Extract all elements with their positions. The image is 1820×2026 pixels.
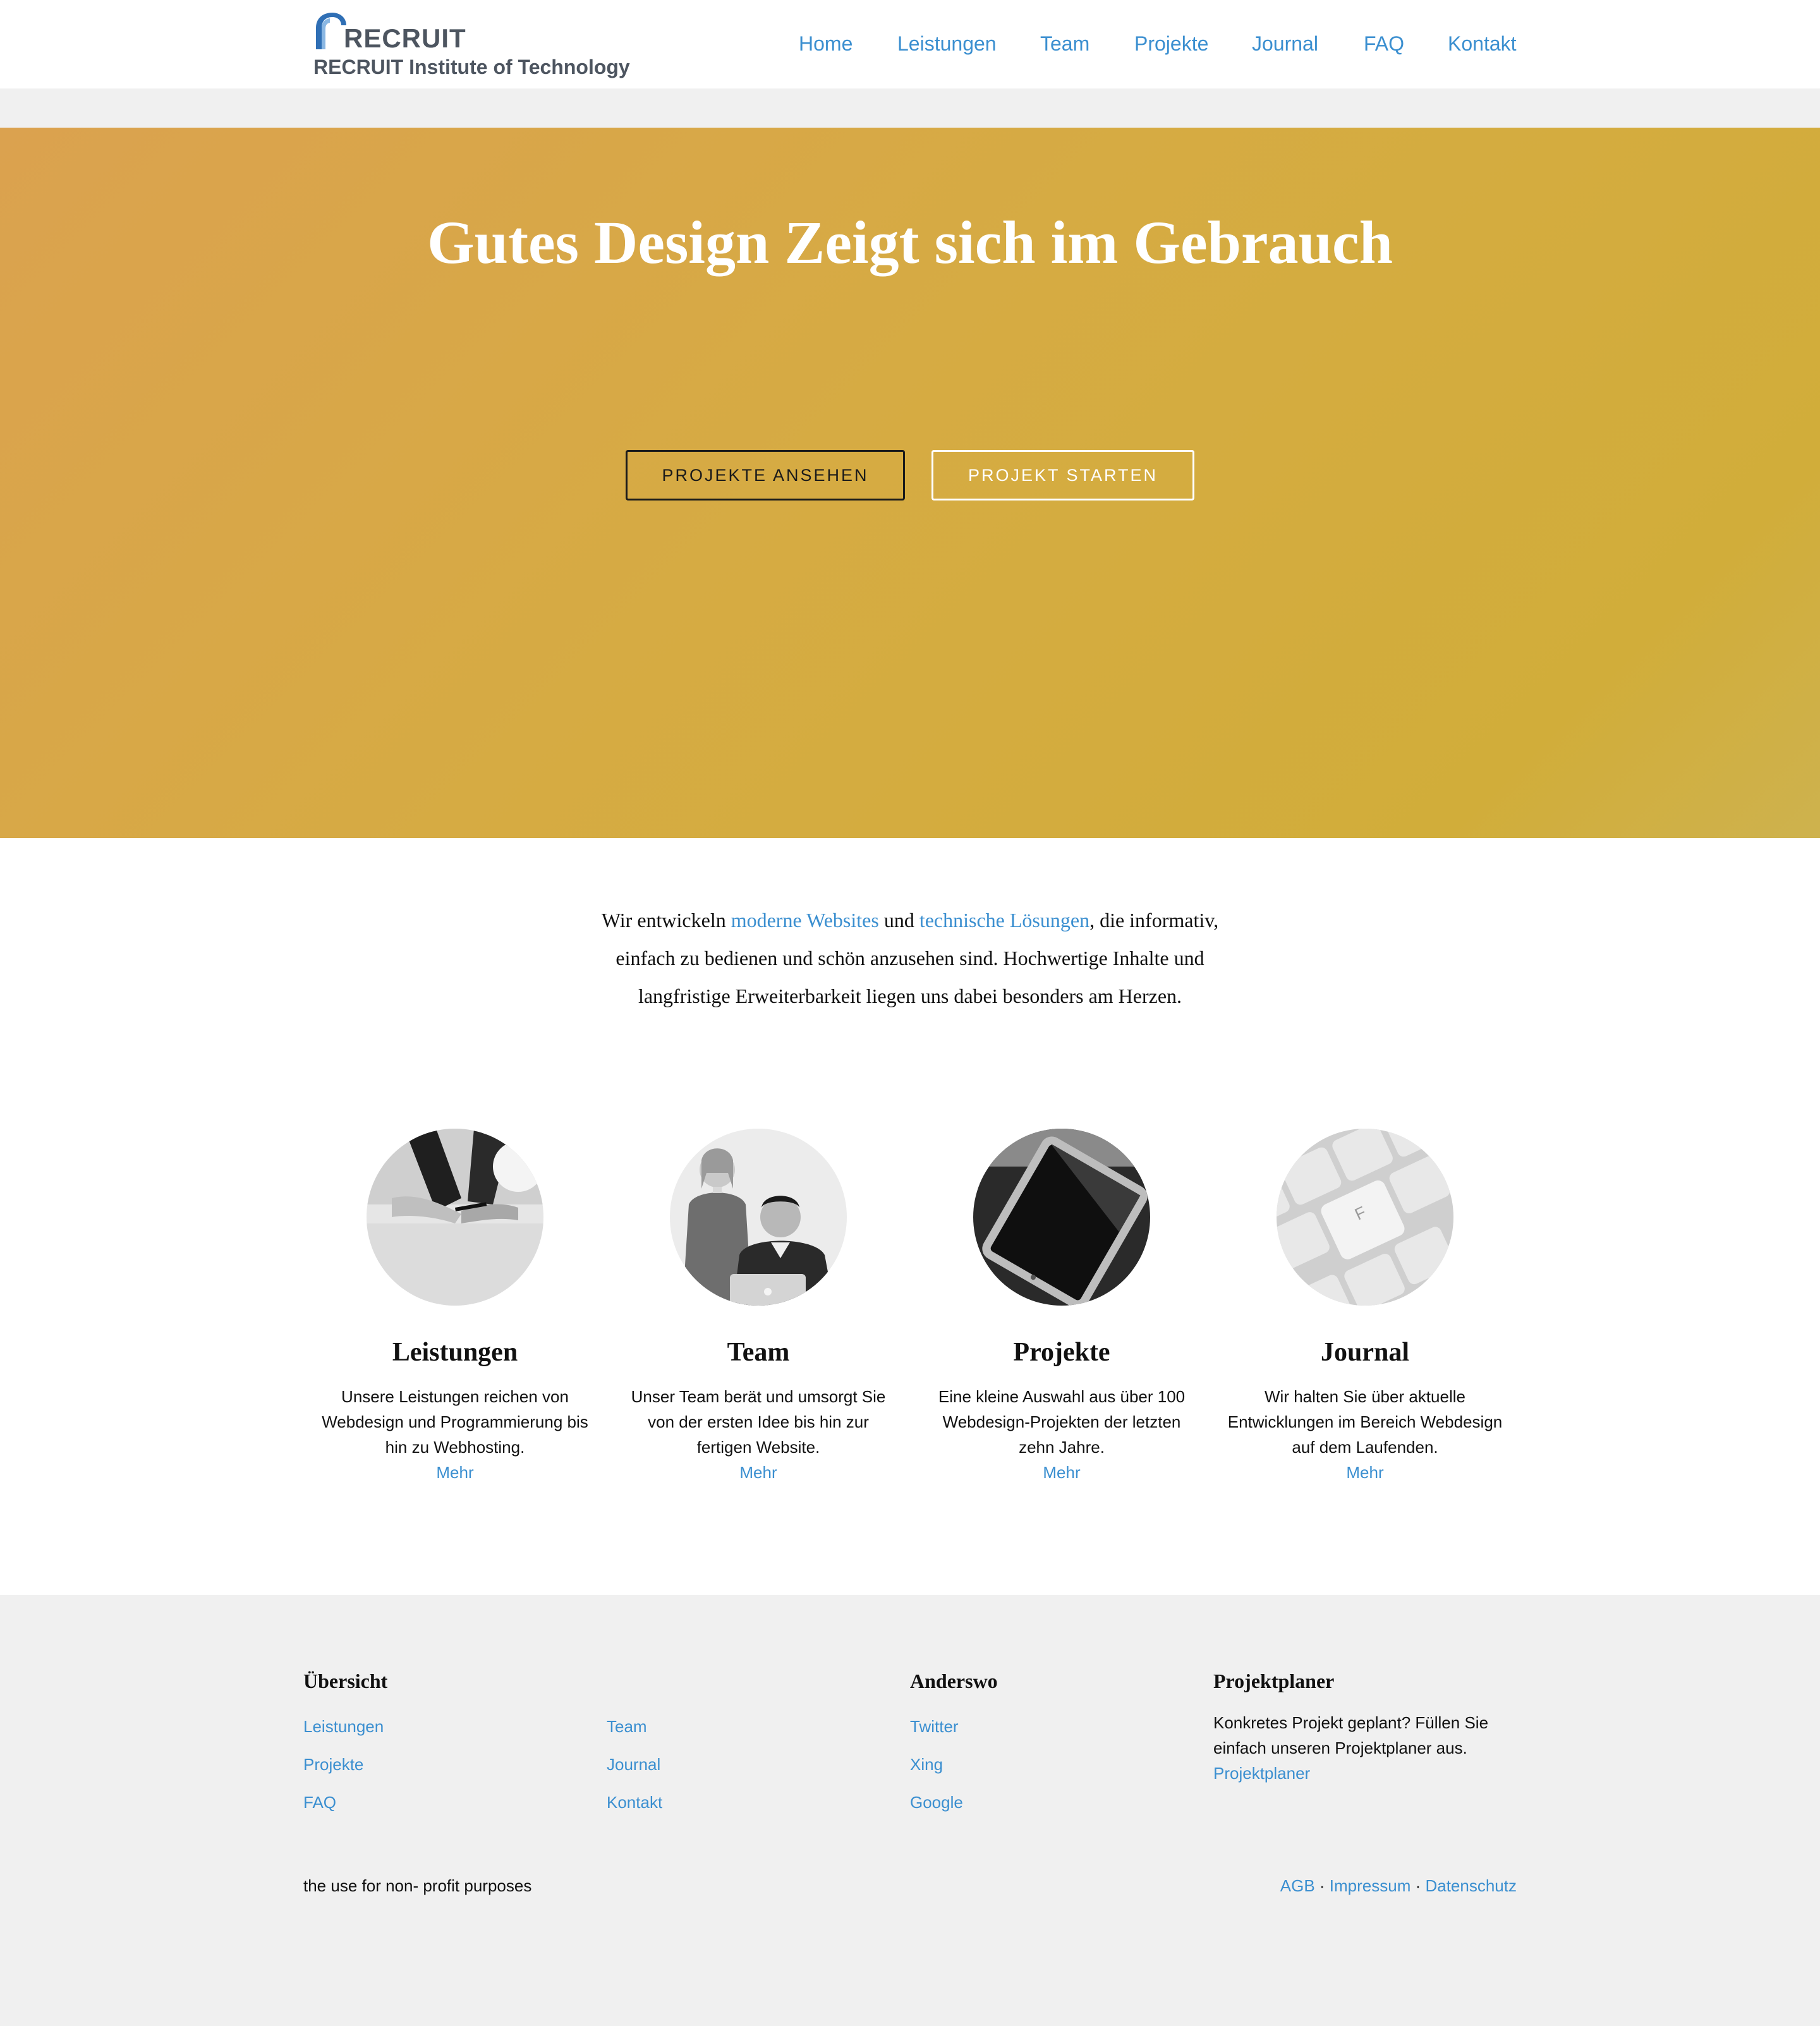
footer-link-kontakt[interactable]: Kontakt xyxy=(607,1791,662,1814)
main-content: Wir entwickeln moderne Websites und tech… xyxy=(0,838,1820,1595)
feature-more-link[interactable]: Mehr xyxy=(1226,1460,1504,1485)
footer-planner-heading: Projektplaner xyxy=(1213,1670,1335,1692)
logo-arc-icon xyxy=(316,13,346,49)
feature-title: Leistungen xyxy=(392,1338,518,1367)
legal-separator: · xyxy=(1314,1876,1330,1895)
logo-subtitle: RECRUIT Institute of Technology xyxy=(313,56,630,78)
start-project-button[interactable]: PROJEKT STARTEN xyxy=(931,450,1194,500)
footer-link-leistungen[interactable]: Leistungen xyxy=(303,1715,384,1738)
footer-link-faq[interactable]: FAQ xyxy=(303,1791,336,1814)
footer-link-xing[interactable]: Xing xyxy=(910,1753,943,1776)
footer-planner-link[interactable]: Projektplaner xyxy=(1213,1764,1310,1783)
site-header: RECRUIT RECRUIT Institute of Technology … xyxy=(0,0,1820,88)
feature-more-link[interactable]: Mehr xyxy=(316,1460,594,1485)
nav-projekte[interactable]: Projekte xyxy=(1134,30,1208,57)
footer-note: the use for non- profit purposes xyxy=(303,1876,532,1895)
nav-kontakt[interactable]: Kontakt xyxy=(1448,30,1517,57)
feature-title: Journal xyxy=(1320,1338,1410,1367)
footer-elsewhere-heading: Anderswo xyxy=(910,1670,998,1692)
keyboard-photo-icon[interactable]: F xyxy=(1277,1129,1453,1306)
modern-websites-link[interactable]: moderne Websites xyxy=(731,909,879,931)
tablet-photo-icon[interactable] xyxy=(973,1129,1150,1306)
hero-title: Gutes Design Zeigt sich im Gebrauch xyxy=(427,209,1393,276)
feature-more-link[interactable]: Mehr xyxy=(923,1460,1201,1485)
feature-title: Team xyxy=(727,1338,790,1367)
site-footer: Übersicht Leistungen Projekte FAQ Team J… xyxy=(0,1595,1820,2026)
footer-overview-heading: Übersicht xyxy=(303,1670,388,1692)
nav-leistungen[interactable]: Leistungen xyxy=(897,30,997,57)
hero-section: Gutes Design Zeigt sich im Gebrauch PROJ… xyxy=(0,128,1820,838)
footer-link-twitter[interactable]: Twitter xyxy=(910,1715,959,1738)
footer-link-google[interactable]: Google xyxy=(910,1791,963,1814)
logo-wordmark: RECRUIT xyxy=(344,23,466,53)
footer-link-agb[interactable]: AGB xyxy=(1280,1876,1315,1895)
footer-link-team[interactable]: Team xyxy=(607,1715,647,1738)
team-people-photo-icon[interactable] xyxy=(670,1129,847,1306)
view-projects-button[interactable]: PROJEKTE ANSEHEN xyxy=(626,450,905,500)
footer-legal-links: AGB · Impressum · Datenschutz xyxy=(1280,1874,1517,1897)
feature-text: Wir halten Sie über aktuelle Entwicklung… xyxy=(1227,1387,1503,1457)
feature-text: Unser Team berät und umsorgt Sie von der… xyxy=(631,1387,886,1457)
footer-link-projekte[interactable]: Projekte xyxy=(303,1753,363,1776)
footer-link-datenschutz[interactable]: Datenschutz xyxy=(1425,1876,1517,1895)
nav-faq[interactable]: FAQ xyxy=(1364,30,1404,57)
intro-part-1: Wir entwickeln xyxy=(601,909,731,931)
feature-text: Unsere Leistungen reichen von Webdesign … xyxy=(322,1387,588,1457)
footer-link-impressum[interactable]: Impressum xyxy=(1330,1876,1411,1895)
footer-link-journal[interactable]: Journal xyxy=(607,1753,660,1776)
technical-solutions-link[interactable]: technische Lösungen xyxy=(919,909,1089,931)
nav-home[interactable]: Home xyxy=(799,30,852,57)
logo[interactable]: RECRUIT RECRUIT Institute of Technology xyxy=(312,10,630,86)
intro-text: Wir entwickeln moderne Websites und tech… xyxy=(581,901,1239,1015)
meeting-hands-photo-icon[interactable] xyxy=(367,1129,543,1306)
nav-team[interactable]: Team xyxy=(1040,30,1089,57)
feature-more-link[interactable]: Mehr xyxy=(619,1460,897,1485)
intro-part-2: und xyxy=(878,909,919,931)
planner-description: Konkretes Projekt geplant? Füllen Sie ei… xyxy=(1213,1713,1489,1757)
feature-title: Projekte xyxy=(1013,1338,1110,1367)
footer-planner-text: Konkretes Projekt geplant? Füllen Sie ei… xyxy=(1213,1710,1542,1786)
feature-text: Eine kleine Auswahl aus über 100 Webdesi… xyxy=(938,1387,1186,1457)
nav-journal[interactable]: Journal xyxy=(1252,30,1318,57)
legal-separator: · xyxy=(1410,1876,1426,1895)
